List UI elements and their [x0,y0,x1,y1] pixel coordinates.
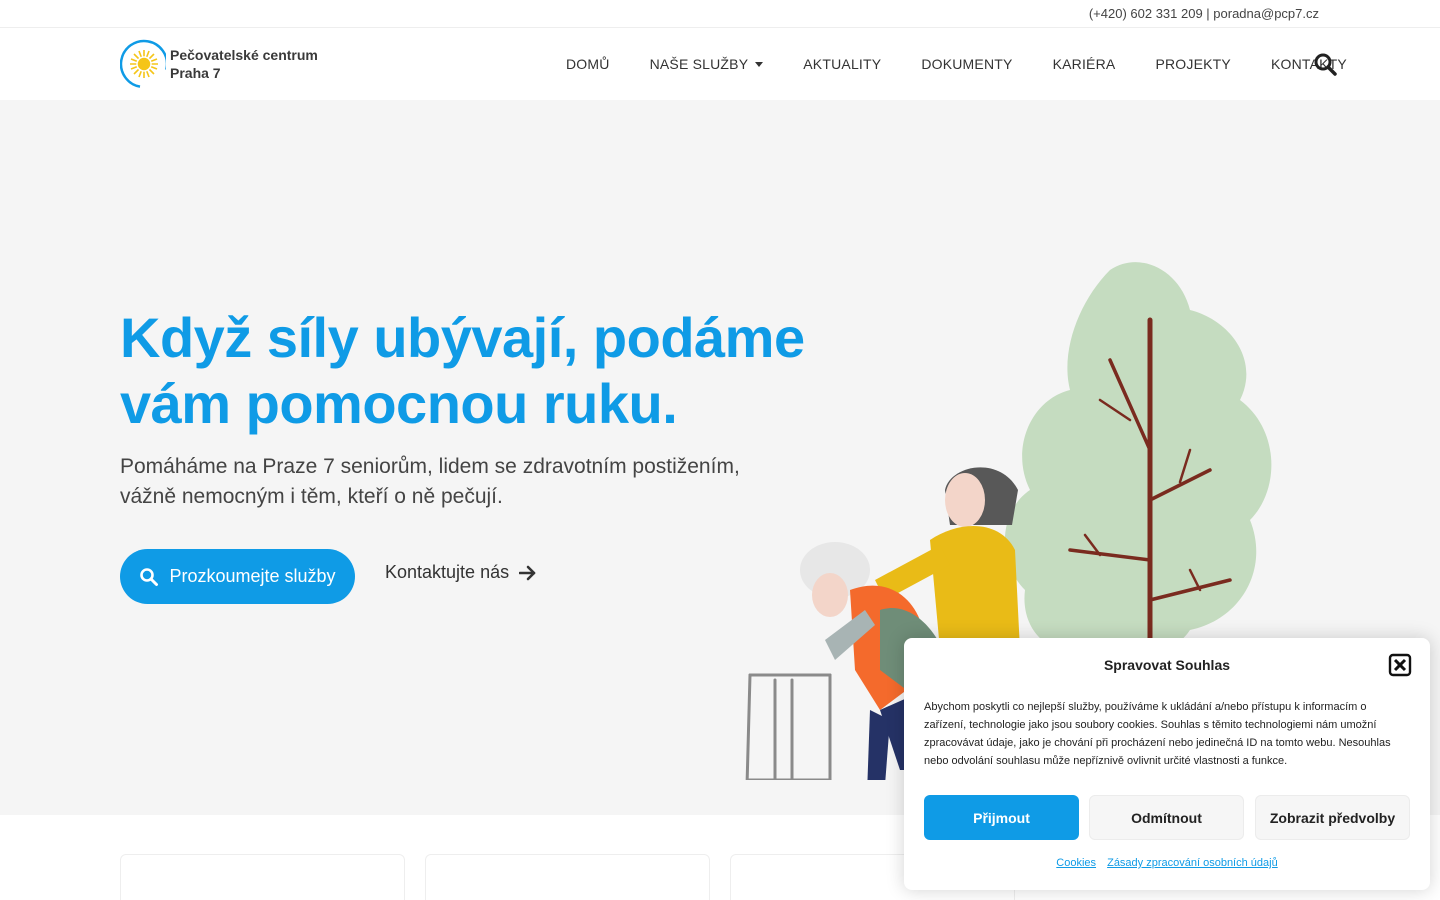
service-card[interactable] [425,854,710,900]
link-label: Kontaktujte nás [385,562,510,582]
nav-label: DOMŮ [566,56,610,72]
main-nav: DOMŮ NAŠE SLUŽBY AKTUALITY DOKUMENTY KAR… [566,28,1347,100]
deny-button[interactable]: Odmítnout [1089,795,1244,840]
caret-down-icon [755,61,764,67]
search-icon[interactable] [1312,51,1338,77]
nav-label: AKTUALITY [803,56,882,72]
nav-item-aktuality[interactable]: AKTUALITY [803,56,881,72]
search-icon [140,567,159,586]
cookie-text: Abychom poskytli co nejlepší služby, pou… [924,701,1391,767]
top-contact-bar: (+420) 602 331 209 | poradna@pcp7.cz [0,0,1440,28]
nav-item-dokumenty[interactable]: DOKUMENTY [921,56,1012,72]
explore-services-button[interactable]: Prozkoumejte služby [120,549,355,604]
sun-logo-icon [120,39,166,89]
cookie-consent-dialog: Spravovat Souhlas Abychom poskytli co ne… [904,638,1430,890]
cookie-links: Cookies Zásady zpracování osobních údajů [904,857,1430,869]
site-logo[interactable]: Pečovatelské centrum Praha 7 [120,38,340,90]
contact-us-link[interactable]: Kontaktujte nás [385,562,537,583]
button-label: Prozkoumejte služby [169,566,336,586]
logo-line-1: Pečovatelské centrum [170,47,318,63]
accept-button[interactable]: Přijmout [924,795,1079,840]
nav-item-projekty[interactable]: PROJEKTY [1155,56,1231,72]
site-header: Pečovatelské centrum Praha 7 DOMŮ NAŠE S… [0,28,1440,100]
cookies-link[interactable]: Cookies [1056,857,1096,869]
logo-line-2: Praha 7 [170,65,221,81]
service-card[interactable] [120,854,405,900]
view-preferences-button[interactable]: Zobrazit předvolby [1255,795,1410,840]
nav-label: NAŠE SLUŽBY [649,56,749,72]
cookie-title: Spravovat Souhlas [1103,657,1231,673]
privacy-policy-link[interactable]: Zásady zpracování osobních údajů [1107,857,1278,869]
nav-item-kariera[interactable]: KARIÉRA [1053,56,1116,72]
close-icon[interactable] [1388,653,1412,677]
nav-label: KARIÉRA [1052,56,1116,72]
nav-item-nase-sluzby[interactable]: NAŠE SLUŽBY [650,56,764,72]
contact-info[interactable]: (+420) 602 331 209 | poradna@pcp7.cz [1089,6,1319,21]
arrow-right-icon [519,565,536,580]
nav-label: PROJEKTY [1155,56,1231,72]
nav-item-domu[interactable]: DOMŮ [566,56,610,72]
nav-label: DOKUMENTY [921,56,1013,72]
